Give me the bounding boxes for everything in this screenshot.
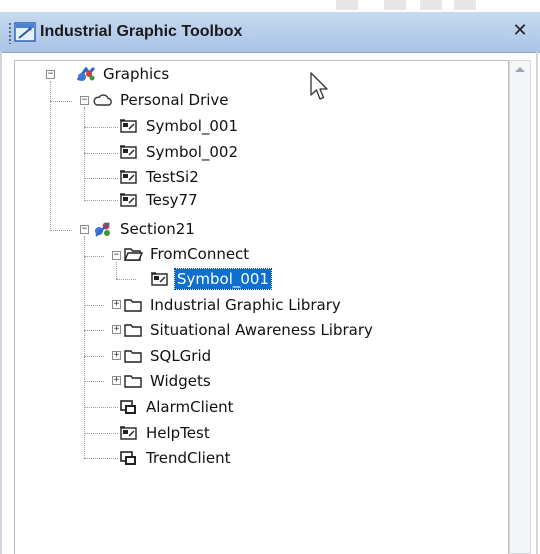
toolbar-fragment (420, 0, 442, 10)
tree-node-personal-drive[interactable]: Personal Drive (93, 89, 231, 111)
expand-toggle[interactable]: + (112, 300, 121, 309)
tree-line (84, 153, 118, 154)
vertical-scrollbar[interactable] (509, 60, 531, 554)
folder-open-icon (123, 248, 143, 261)
tree-node-label: Section21 (120, 220, 195, 238)
collapse-toggle[interactable]: − (112, 251, 121, 260)
symbol-icon (120, 193, 137, 207)
tree-node-label: Tesy77 (146, 191, 198, 209)
tree-line (84, 330, 104, 331)
mouse-pointer-icon (310, 72, 328, 100)
tree-node-fromconnect[interactable]: FromConnect (123, 243, 251, 265)
tree-node-label: Graphics (103, 65, 170, 83)
tree-line (84, 305, 104, 306)
tree-node-symbol[interactable]: Tesy77 (119, 189, 200, 211)
tree-node-client-control[interactable]: TrendClient (119, 447, 232, 469)
tree-node-folder[interactable]: Industrial Graphic Library (123, 294, 343, 316)
top-strip (0, 0, 540, 12)
expand-toggle[interactable]: + (112, 325, 121, 334)
tree-node-label: Widgets (150, 372, 211, 390)
tree-line (84, 381, 104, 382)
client-control-icon (120, 400, 136, 414)
symbol-icon (120, 170, 137, 184)
tree-node-label: Personal Drive (120, 91, 229, 109)
tree-line (84, 256, 104, 257)
tree-node-label: FromConnect (150, 245, 250, 263)
collapse-toggle[interactable]: − (46, 70, 55, 79)
tree-line (84, 407, 118, 408)
tree-node-section21[interactable]: Section21 (93, 218, 197, 240)
tree-line (50, 230, 72, 231)
symbol-icon (120, 119, 137, 133)
toolbar-fragment (336, 0, 358, 10)
client-control-icon (120, 451, 136, 465)
close-button[interactable]: ✕ (510, 21, 530, 41)
tree-node-graphics[interactable]: Graphics (76, 63, 171, 85)
tree-node-label: Symbol_002 (146, 143, 239, 161)
symbol-icon (120, 426, 137, 440)
folder-icon (124, 299, 142, 312)
tree-node-folder[interactable]: Widgets (123, 370, 213, 392)
section-icon (95, 222, 110, 237)
tree-node-label: AlarmClient (146, 398, 234, 416)
toolbar-fragment (384, 0, 406, 10)
cloud-icon (93, 94, 112, 106)
tree-node-folder[interactable]: Situational Awareness Library (123, 319, 375, 341)
tree-node-symbol[interactable]: HelpTest (119, 422, 212, 444)
tree-line (84, 356, 104, 357)
tree-line (116, 262, 117, 279)
folder-icon (124, 350, 142, 363)
collapse-toggle[interactable]: − (80, 96, 89, 105)
tree-node-symbol-selected[interactable]: Symbol_001 (150, 268, 273, 290)
panel-title-bar[interactable]: Industrial Graphic Toolbox ✕ (0, 12, 540, 53)
tree-line (84, 458, 118, 459)
folder-icon (124, 375, 142, 388)
scroll-up-arrow-icon[interactable] (515, 67, 525, 72)
tree-line (50, 101, 72, 102)
tree-node-folder[interactable]: SQLGrid (123, 345, 213, 367)
graphics-icon (76, 66, 96, 81)
tree-line (84, 107, 85, 201)
toolbox-icon (14, 22, 36, 42)
expand-toggle[interactable]: + (112, 376, 121, 385)
collapse-toggle[interactable]: − (80, 225, 89, 234)
tree-node-label: SQLGrid (150, 347, 212, 365)
tree-node-label: Symbol_001 (146, 117, 239, 135)
tree-node-symbol[interactable]: Symbol_002 (119, 141, 240, 163)
expand-toggle[interactable]: + (112, 351, 121, 360)
panel-title: Industrial Graphic Toolbox (40, 23, 243, 40)
folder-icon (124, 324, 142, 337)
tree-line (84, 236, 85, 458)
tree-node-label: Industrial Graphic Library (150, 296, 341, 314)
tree-line (84, 433, 118, 434)
toolbar-fragment (454, 0, 476, 10)
tree-node-label: TestSi2 (146, 168, 199, 186)
tree-line (84, 127, 118, 128)
tree-node-label: TrendClient (146, 449, 231, 467)
tree-node-label: Symbol_001 (173, 268, 273, 290)
tree-node-symbol[interactable]: TestSi2 (119, 166, 201, 188)
tree-line (84, 200, 118, 201)
tree-line (84, 178, 118, 179)
tree-node-symbol[interactable]: Symbol_001 (119, 115, 240, 137)
tree-node-client-control[interactable]: AlarmClient (119, 396, 236, 418)
symbol-icon (120, 145, 137, 159)
drag-grip-icon[interactable] (8, 22, 13, 44)
tree-node-label: Situational Awareness Library (150, 321, 373, 339)
symbol-icon (151, 272, 168, 286)
tree-line (116, 279, 136, 280)
tree-line (50, 81, 51, 231)
tree-node-label: HelpTest (146, 424, 210, 442)
